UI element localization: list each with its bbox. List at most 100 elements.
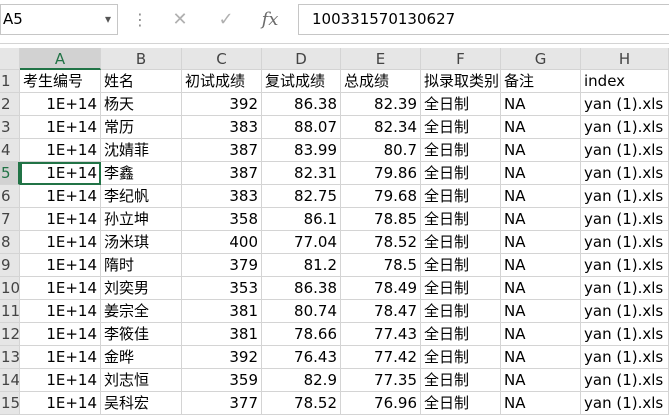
row-header[interactable]: 4 <box>0 139 20 162</box>
cell-e12[interactable]: 77.43 <box>341 323 421 346</box>
column-header-a[interactable]: A <box>20 48 101 70</box>
cell-d4[interactable]: 83.99 <box>262 139 341 162</box>
cell-e11[interactable]: 78.47 <box>341 300 421 323</box>
cell-d7[interactable]: 86.1 <box>262 208 341 231</box>
cell-f2[interactable]: 全日制 <box>421 93 501 116</box>
column-header-f[interactable]: F <box>421 48 501 70</box>
cell-e2[interactable]: 82.39 <box>341 93 421 116</box>
row-header[interactable]: 8 <box>0 231 20 254</box>
cell-f7[interactable]: 全日制 <box>421 208 501 231</box>
row-header[interactable]: 1 <box>0 70 20 93</box>
select-all-corner[interactable] <box>0 48 20 70</box>
cell-b10[interactable]: 刘奕男 <box>101 277 182 300</box>
cell-a7[interactable]: 1E+14 <box>20 208 101 231</box>
row-header[interactable]: 14 <box>0 369 20 392</box>
cell-g14[interactable]: NA <box>501 369 581 392</box>
cell-g12[interactable]: NA <box>501 323 581 346</box>
cell-f10[interactable]: 全日制 <box>421 277 501 300</box>
cell-d8[interactable]: 77.04 <box>262 231 341 254</box>
cell-b12[interactable]: 李筱佳 <box>101 323 182 346</box>
cell-g10[interactable]: NA <box>501 277 581 300</box>
cell-c3[interactable]: 383 <box>182 116 262 139</box>
cell-b1[interactable]: 姓名 <box>101 70 182 93</box>
cancel-icon[interactable]: ✕ <box>166 7 194 33</box>
cell-b3[interactable]: 常历 <box>101 116 182 139</box>
cell-f1[interactable]: 拟录取类别 <box>421 70 501 93</box>
cell-g13[interactable]: NA <box>501 346 581 369</box>
cell-h2[interactable]: yan (1).xls <box>581 93 669 116</box>
cell-c5[interactable]: 387 <box>182 162 262 185</box>
cell-b11[interactable]: 姜宗全 <box>101 300 182 323</box>
cell-a8[interactable]: 1E+14 <box>20 231 101 254</box>
cell-a6[interactable]: 1E+14 <box>20 185 101 208</box>
column-header-h[interactable]: H <box>581 48 669 70</box>
column-header-e[interactable]: E <box>341 48 421 70</box>
cell-c13[interactable]: 392 <box>182 346 262 369</box>
cell-e14[interactable]: 77.35 <box>341 369 421 392</box>
cell-d9[interactable]: 81.2 <box>262 254 341 277</box>
cell-e13[interactable]: 77.42 <box>341 346 421 369</box>
cell-f6[interactable]: 全日制 <box>421 185 501 208</box>
cell-a2[interactable]: 1E+14 <box>20 93 101 116</box>
cell-h10[interactable]: yan (1).xls <box>581 277 669 300</box>
cell-b7[interactable]: 孙立坤 <box>101 208 182 231</box>
cell-g1[interactable]: 备注 <box>501 70 581 93</box>
cell-e10[interactable]: 78.49 <box>341 277 421 300</box>
cell-h3[interactable]: yan (1).xls <box>581 116 669 139</box>
cell-a12[interactable]: 1E+14 <box>20 323 101 346</box>
cell-g3[interactable]: NA <box>501 116 581 139</box>
row-header[interactable]: 7 <box>0 208 20 231</box>
cell-d1[interactable]: 复试成绩 <box>262 70 341 93</box>
cell-e4[interactable]: 80.7 <box>341 139 421 162</box>
cell-e9[interactable]: 78.5 <box>341 254 421 277</box>
cell-g4[interactable]: NA <box>501 139 581 162</box>
cell-f5[interactable]: 全日制 <box>421 162 501 185</box>
cell-e5[interactable]: 79.86 <box>341 162 421 185</box>
cell-f12[interactable]: 全日制 <box>421 323 501 346</box>
cell-a1[interactable]: 考生编号 <box>20 70 101 93</box>
cell-b5[interactable]: 李鑫 <box>101 162 182 185</box>
cell-c11[interactable]: 381 <box>182 300 262 323</box>
cell-a14[interactable]: 1E+14 <box>20 369 101 392</box>
cell-a15[interactable]: 1E+14 <box>20 392 101 415</box>
cell-f4[interactable]: 全日制 <box>421 139 501 162</box>
row-header[interactable]: 11 <box>0 300 20 323</box>
cell-f15[interactable]: 全日制 <box>421 392 501 415</box>
cell-h6[interactable]: yan (1).xls <box>581 185 669 208</box>
cell-c1[interactable]: 初试成绩 <box>182 70 262 93</box>
cell-h14[interactable]: yan (1).xls <box>581 369 669 392</box>
cell-h12[interactable]: yan (1).xls <box>581 323 669 346</box>
enter-icon[interactable]: ✓ <box>212 7 240 33</box>
cell-a11[interactable]: 1E+14 <box>20 300 101 323</box>
cell-b8[interactable]: 汤米琪 <box>101 231 182 254</box>
cell-e7[interactable]: 78.85 <box>341 208 421 231</box>
row-header[interactable]: 9 <box>0 254 20 277</box>
row-header[interactable]: 3 <box>0 116 20 139</box>
cell-b15[interactable]: 吴科宏 <box>101 392 182 415</box>
cell-d6[interactable]: 82.75 <box>262 185 341 208</box>
cell-d11[interactable]: 80.74 <box>262 300 341 323</box>
row-header[interactable]: 6 <box>0 185 20 208</box>
row-header[interactable]: 12 <box>0 323 20 346</box>
cell-h11[interactable]: yan (1).xls <box>581 300 669 323</box>
cell-h9[interactable]: yan (1).xls <box>581 254 669 277</box>
cell-c14[interactable]: 359 <box>182 369 262 392</box>
cell-b14[interactable]: 刘志恒 <box>101 369 182 392</box>
cell-b9[interactable]: 隋时 <box>101 254 182 277</box>
cell-h8[interactable]: yan (1).xls <box>581 231 669 254</box>
cell-g5[interactable]: NA <box>501 162 581 185</box>
cell-a10[interactable]: 1E+14 <box>20 277 101 300</box>
cell-h4[interactable]: yan (1).xls <box>581 139 669 162</box>
cell-d13[interactable]: 76.43 <box>262 346 341 369</box>
row-header[interactable]: 13 <box>0 346 20 369</box>
column-header-c[interactable]: C <box>182 48 262 70</box>
column-header-b[interactable]: B <box>101 48 182 70</box>
cell-e1[interactable]: 总成绩 <box>341 70 421 93</box>
cell-d5[interactable]: 82.31 <box>262 162 341 185</box>
cell-g9[interactable]: NA <box>501 254 581 277</box>
more-options-icon[interactable]: ⋮ <box>132 8 148 32</box>
cell-c7[interactable]: 358 <box>182 208 262 231</box>
cell-g7[interactable]: NA <box>501 208 581 231</box>
cell-h13[interactable]: yan (1).xls <box>581 346 669 369</box>
cell-e3[interactable]: 82.34 <box>341 116 421 139</box>
